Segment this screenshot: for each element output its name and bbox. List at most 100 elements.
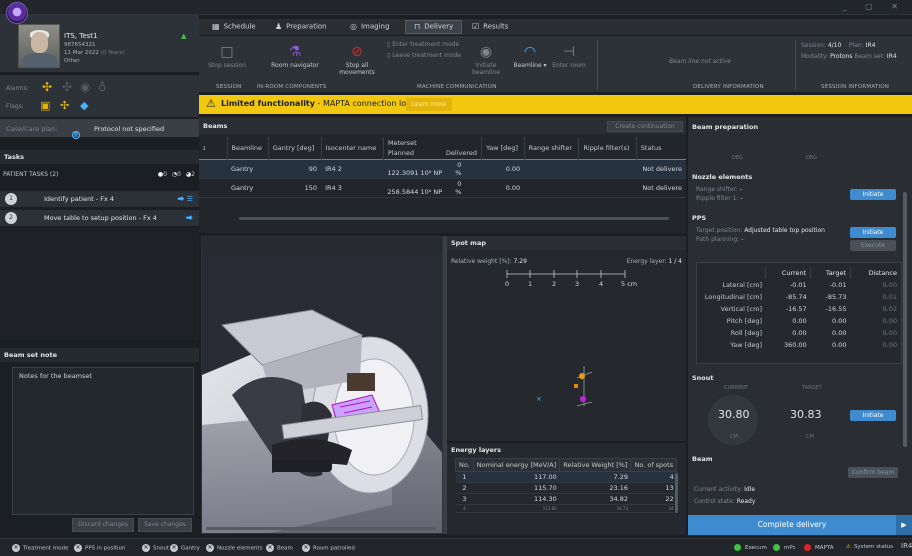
patient-name: ITS, Test1 <box>64 32 98 40</box>
status-system[interactable]: ⚠ System status <box>846 544 893 550</box>
task-action-icons[interactable]: ⮕ ☰ <box>177 194 193 204</box>
tab-delivery[interactable]: ⊓ Delivery <box>405 20 463 34</box>
cell-status: Not delivere <box>636 158 686 179</box>
col-beamline[interactable]: Beamline <box>227 137 269 159</box>
prep-scrollbar[interactable] <box>903 192 907 447</box>
save-changes-button[interactable]: Save changes <box>138 518 192 532</box>
room-navigator-button[interactable]: ⚗ Room navigator <box>267 42 323 69</box>
table-row[interactable]: Gantry 150 IR4 3 258.5844 10⁶ NP 0 % 0.00… <box>199 178 686 198</box>
cell-ripple <box>578 178 637 198</box>
banner-bold: Limited functionality <box>221 99 315 108</box>
task-number-icon: 2 <box>5 212 17 224</box>
tab-imaging-label: Imaging <box>360 22 390 31</box>
col-meterset[interactable]: Meterset Planned Delivered <box>383 137 483 159</box>
task-label: Move table to setup position - Fx 4 <box>44 214 157 222</box>
task-item[interactable]: 1 Identify patient - Fx 4 ⮕ ☰ <box>0 191 199 207</box>
room-view-scrollbar[interactable] <box>206 527 436 530</box>
discard-changes-button[interactable]: Discard changes <box>72 518 134 532</box>
beams-horizontal-scrollbar[interactable] <box>239 217 669 220</box>
table-row[interactable]: 2 115.70 23.16 13 <box>455 482 677 494</box>
col-ripple-filter[interactable]: Ripple filter(s) <box>578 137 637 159</box>
learn-more-button[interactable]: Learn more <box>406 98 452 111</box>
table-row[interactable]: 1 117.00 7.29 4 <box>455 471 677 483</box>
ripple-filter-row: Ripple filter 1: - <box>696 195 743 202</box>
pps-axis: Lateral [cm] <box>722 281 762 289</box>
cell-energy: 117.00 <box>473 471 560 483</box>
stop-all-movements-button[interactable]: ⊘ Stop all movements <box>335 42 379 76</box>
banner-message: Limited functionality - MAPTA connection… <box>221 99 413 108</box>
pps-axis: Yaw [deg] <box>730 341 762 349</box>
flag-drop-icon[interactable]: ◆ <box>80 99 88 112</box>
door-icon: ⊣ <box>562 44 576 60</box>
leave-treatment-mode-button[interactable]: ▯ Leave treatment mode <box>387 52 461 59</box>
alarm-radiation-icon[interactable]: ✣ <box>42 80 52 94</box>
tab-schedule[interactable]: ▦ Schedule <box>212 22 256 31</box>
col-handle: ɪ <box>199 137 228 159</box>
task-action-icon[interactable]: ⮕ <box>186 213 193 223</box>
col-isocenter[interactable]: Isocenter name <box>321 137 384 159</box>
col-range-shifter[interactable]: Range shifter <box>524 137 580 159</box>
tab-results[interactable]: ☑ Results <box>472 22 508 31</box>
room-view-header <box>202 237 442 255</box>
cell-beamline: Gantry <box>227 158 269 179</box>
status-execum: Execum <box>734 544 767 551</box>
table-row[interactable]: 3 114.30 34.82 22 <box>455 493 677 505</box>
beamline-dropdown[interactable]: ◠ Beamline ▾ <box>509 42 551 69</box>
status-label: MAPTA <box>815 545 834 551</box>
play-icon[interactable]: ▶ <box>896 515 912 535</box>
snout-current-unit: CM <box>730 434 738 440</box>
energy-table-scrollbar[interactable] <box>675 473 678 513</box>
case-plan[interactable]: Case/Care plan: T P Protocol not specifi… <box>0 118 199 139</box>
alarm-pacemaker-icon[interactable]: ♁ <box>98 80 107 94</box>
energy-layers-table: No. Nominal energy [MeV/A] Relative Weig… <box>455 458 678 513</box>
col-gantry[interactable]: Gantry [deg] <box>268 137 322 159</box>
ripple-filter-label: Ripple filter 1: <box>696 195 739 202</box>
col-nominal-energy[interactable]: Nominal energy [MeV/A] <box>472 458 561 472</box>
col-yaw[interactable]: Yaw [deg] <box>481 137 525 159</box>
beam-set-note-title: Beam set note <box>0 348 199 362</box>
tab-schedule-label: Schedule <box>223 22 256 31</box>
flag-radiation-icon[interactable]: ✣ <box>60 99 69 112</box>
patient-dob: 11 Mar 2022 (0 Years) <box>64 50 125 56</box>
col-relative-weight[interactable]: Relative Weight [%] <box>559 458 632 472</box>
ruler-tick-1: 1 <box>528 280 532 288</box>
initiate-beamline-button[interactable]: ◉ Initiate beamline <box>471 42 501 76</box>
table-row[interactable]: Gantry 90 IR4 2 122.3091 10⁶ NP0 % 0.00 … <box>199 158 686 179</box>
col-status[interactable]: Status <box>636 137 686 159</box>
energy-layers-panel: Energy layers No. Nominal energy [MeV/A]… <box>447 443 686 535</box>
col-planned: Planned <box>387 148 414 157</box>
window-controls[interactable]: _ ▢ ✕ <box>843 2 906 11</box>
tab-preparation[interactable]: ♟ Preparation <box>275 22 327 31</box>
patient-tasks-label: PATIENT TASKS (2) <box>3 171 59 178</box>
target-position-value: Adjusted table top position <box>744 227 825 234</box>
enter-room-button[interactable]: ⊣ Enter room <box>551 42 587 69</box>
flag-image-icon[interactable]: ▣ <box>40 99 50 112</box>
enter-treatment-mode-button[interactable]: ▯ Enter treatment mode <box>387 41 459 48</box>
col-num-spots[interactable]: No. of spots <box>630 458 678 472</box>
col-no[interactable]: No. <box>455 458 474 472</box>
beam-set-note-textarea[interactable]: Notes for the beamset <box>12 367 194 515</box>
status-label: PPS in position <box>85 545 126 552</box>
tasks-body <box>0 228 199 340</box>
alarm-generic-icon[interactable]: ◉ <box>80 80 90 94</box>
spot-map-canvas[interactable]: 0 1 2 3 4 5 cm × <box>447 266 686 441</box>
pps-initiate-button[interactable]: Initiate <box>850 227 896 238</box>
room-3d-view[interactable] <box>201 236 443 534</box>
alarm-biohazard-icon[interactable]: ✣ <box>62 80 72 94</box>
create-continuation-button[interactable]: Create continuation <box>607 121 683 132</box>
snout-initiate-button[interactable]: Initiate <box>850 410 896 421</box>
nozzle-initiate-button[interactable]: Initiate <box>850 189 896 200</box>
tab-imaging[interactable]: ◎ Imaging <box>350 22 389 31</box>
pps-row: Vertical [cm] -16.57 -16.55 0.02 <box>697 303 901 315</box>
execute-button[interactable]: Execute <box>850 240 896 251</box>
task-item[interactable]: 2 Move table to setup position - Fx 4 ⮕ <box>0 210 199 226</box>
beams-table-header: ɪ Beamline Gantry [deg] Isocenter name M… <box>199 137 686 159</box>
confirm-beam-button[interactable]: Confirm beam <box>848 467 898 478</box>
patient-tasks-header[interactable]: PATIENT TASKS (2) ●0 ◔0 ◕2 <box>0 168 199 182</box>
status-snout: ✕ Snout <box>142 544 169 552</box>
stop-session-button[interactable]: □ Stop session <box>207 42 247 69</box>
protocol-status-icon: P <box>72 131 80 139</box>
table-row[interactable]: 4 113.00 34.73 34 <box>455 504 677 513</box>
complete-delivery-button[interactable]: Complete delivery <box>688 515 896 535</box>
pps-distance: 0.00 <box>882 329 897 337</box>
